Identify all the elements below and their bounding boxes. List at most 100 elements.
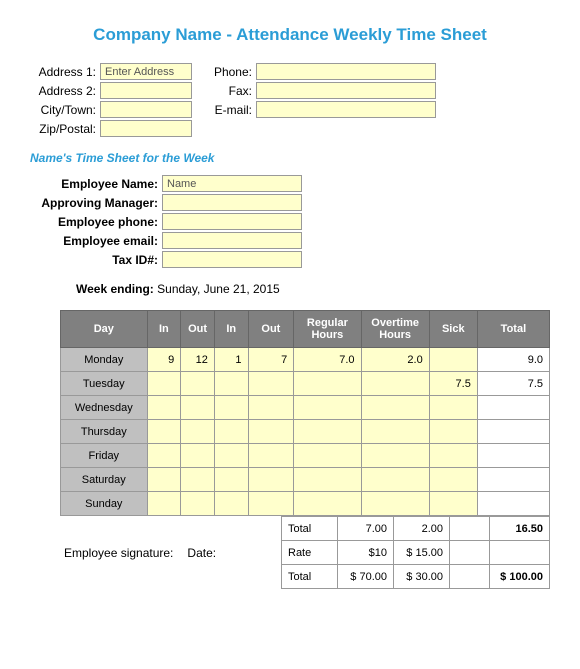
totals-ot-3: $ 30.00 xyxy=(394,565,450,589)
cell-reg[interactable] xyxy=(294,372,361,396)
cell-ot[interactable] xyxy=(361,372,429,396)
cell-total xyxy=(477,468,549,492)
cell-in2[interactable] xyxy=(214,372,248,396)
cell-total: 7.5 xyxy=(477,372,549,396)
totals-reg-3: $ 70.00 xyxy=(338,565,394,589)
cell-in2[interactable] xyxy=(214,492,248,516)
cell-in2[interactable] xyxy=(214,396,248,420)
week-ending-value: Sunday, June 21, 2015 xyxy=(157,282,280,296)
cell-in1[interactable] xyxy=(147,444,181,468)
cell-sick[interactable] xyxy=(429,396,477,420)
cell-sick[interactable] xyxy=(429,468,477,492)
cell-day: Wednesday xyxy=(61,396,148,420)
cell-sick[interactable]: 7.5 xyxy=(429,372,477,396)
timesheet-table: Day In Out In Out Regular Hours Overtime… xyxy=(60,310,550,516)
cell-ot[interactable] xyxy=(361,396,429,420)
totals-label-1: Total xyxy=(282,517,338,541)
totals-sick-2 xyxy=(450,541,490,565)
cell-in1[interactable]: 9 xyxy=(147,348,181,372)
cell-in1[interactable] xyxy=(147,372,181,396)
city-input[interactable] xyxy=(100,101,192,118)
cell-out1[interactable] xyxy=(181,492,215,516)
totals-reg-1: 7.00 xyxy=(338,517,394,541)
cell-sick[interactable] xyxy=(429,444,477,468)
cell-sick[interactable] xyxy=(429,348,477,372)
totals-label-3: Total xyxy=(282,565,338,589)
th-total: Total xyxy=(477,311,549,348)
emp-name-input[interactable] xyxy=(162,175,302,192)
cell-in1[interactable] xyxy=(147,396,181,420)
cell-sick[interactable] xyxy=(429,492,477,516)
cell-day: Saturday xyxy=(61,468,148,492)
week-ending-label: Week ending: xyxy=(76,282,154,296)
cell-out1[interactable] xyxy=(181,372,215,396)
cell-out2[interactable] xyxy=(248,492,294,516)
table-header-row: Day In Out In Out Regular Hours Overtime… xyxy=(61,311,550,348)
cell-in2[interactable] xyxy=(214,444,248,468)
th-out2: Out xyxy=(248,311,294,348)
address2-input[interactable] xyxy=(100,82,192,99)
cell-reg[interactable] xyxy=(294,468,361,492)
cell-in1[interactable] xyxy=(147,492,181,516)
totals-total-2 xyxy=(490,541,550,565)
totals-sick-1 xyxy=(450,517,490,541)
cell-out1[interactable] xyxy=(181,396,215,420)
cell-ot[interactable] xyxy=(361,444,429,468)
emp-phone-input[interactable] xyxy=(162,213,302,230)
cell-total xyxy=(477,492,549,516)
cell-total xyxy=(477,396,549,420)
cell-reg[interactable] xyxy=(294,420,361,444)
totals-section: Employee signature: Date: Total 7.00 2.0… xyxy=(60,516,550,589)
cell-ot[interactable] xyxy=(361,468,429,492)
zip-input[interactable] xyxy=(100,120,192,137)
th-in1: In xyxy=(147,311,181,348)
table-row: Tuesday 7.57.5 xyxy=(61,372,550,396)
cell-reg[interactable]: 7.0 xyxy=(294,348,361,372)
email-input[interactable] xyxy=(256,101,436,118)
signature-block: Employee signature: Date: xyxy=(60,516,281,589)
table-row: Saturday xyxy=(61,468,550,492)
cell-reg[interactable] xyxy=(294,492,361,516)
totals-label-2: Rate xyxy=(282,541,338,565)
cell-in1[interactable] xyxy=(147,420,181,444)
cell-reg[interactable] xyxy=(294,444,361,468)
address-group: Address 1: Address 2: City/Town: Zip/Pos… xyxy=(30,63,192,137)
table-row: Monday912177.02.09.0 xyxy=(61,348,550,372)
cell-out2[interactable] xyxy=(248,444,294,468)
address1-input[interactable] xyxy=(100,63,192,80)
totals-total-3: $ 100.00 xyxy=(490,565,550,589)
date-label: Date: xyxy=(187,546,216,589)
phone-label: Phone: xyxy=(212,65,252,79)
cell-in2[interactable] xyxy=(214,420,248,444)
phone-input[interactable] xyxy=(256,63,436,80)
cell-reg[interactable] xyxy=(294,396,361,420)
th-ot: Overtime Hours xyxy=(361,311,429,348)
tax-input[interactable] xyxy=(162,251,302,268)
cell-ot[interactable] xyxy=(361,420,429,444)
cell-total xyxy=(477,420,549,444)
cell-out2[interactable] xyxy=(248,468,294,492)
cell-out2[interactable] xyxy=(248,420,294,444)
fax-input[interactable] xyxy=(256,82,436,99)
emp-email-input[interactable] xyxy=(162,232,302,249)
cell-out2[interactable] xyxy=(248,372,294,396)
cell-total: 9.0 xyxy=(477,348,549,372)
totals-row-hours: Total 7.00 2.00 16.50 xyxy=(282,517,550,541)
mgr-input[interactable] xyxy=(162,194,302,211)
cell-in1[interactable] xyxy=(147,468,181,492)
cell-out1[interactable] xyxy=(181,420,215,444)
cell-day: Sunday xyxy=(61,492,148,516)
cell-sick[interactable] xyxy=(429,420,477,444)
cell-out1[interactable]: 12 xyxy=(181,348,215,372)
cell-out2[interactable]: 7 xyxy=(248,348,294,372)
cell-day: Tuesday xyxy=(61,372,148,396)
cell-ot[interactable] xyxy=(361,492,429,516)
cell-in2[interactable] xyxy=(214,468,248,492)
totals-reg-2: $10 xyxy=(338,541,394,565)
cell-out1[interactable] xyxy=(181,468,215,492)
cell-day: Thursday xyxy=(61,420,148,444)
cell-out1[interactable] xyxy=(181,444,215,468)
cell-out2[interactable] xyxy=(248,396,294,420)
cell-in2[interactable]: 1 xyxy=(214,348,248,372)
cell-ot[interactable]: 2.0 xyxy=(361,348,429,372)
